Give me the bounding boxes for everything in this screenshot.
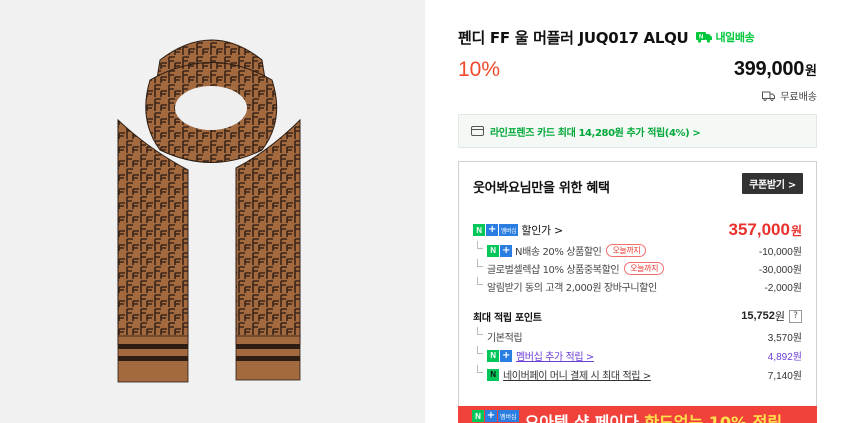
discount-rate: 10% xyxy=(458,58,501,81)
delivery-badge-label: 내일배송 xyxy=(715,31,755,44)
today-only-tag: 오늘까지 xyxy=(606,244,647,257)
sale-price: 357,000 원 xyxy=(729,220,803,240)
membership-points-link[interactable]: 멤버십 추가 적립 > xyxy=(516,348,594,363)
get-coupon-button[interactable]: 쿠폰받기 > xyxy=(742,173,803,194)
price-value: 399,000 xyxy=(733,58,805,80)
discount-amount: -30,000원 xyxy=(758,265,802,276)
naver-pay-points-link[interactable]: 네이버페이 머니 결제 시 최대 적립 > xyxy=(503,367,651,382)
points-row: N + 멤버십 추가 적립 > 4,892원 xyxy=(473,346,802,363)
discount-row: 알림받기 동의 고객 2,000원 장바구니할인 -2,000원 xyxy=(473,277,802,294)
title-row: 펜디 FF 울 머플러 JUQ017 ALQU N 내일배송 xyxy=(458,26,755,48)
max-points-value: 15,752 원 ? xyxy=(741,308,802,324)
discount-label: N배송 20% 상품할인 xyxy=(515,247,602,258)
discount-label: 글로벌셀렉샵 10% 상품중복할인 xyxy=(487,265,620,276)
points-help-button[interactable]: ? xyxy=(789,309,802,323)
naver-pay-icon: N xyxy=(487,368,499,381)
promo-text: 오아템 샵 페이다 한도없는 10% 적립 xyxy=(525,409,783,423)
today-only-tag: 오늘까지 xyxy=(624,262,665,275)
shipping-info: 무료배송 xyxy=(762,88,817,103)
product-image xyxy=(0,0,425,423)
shipping-truck-icon xyxy=(762,91,776,101)
naver-plus-membership-icon: N + 멤버십 xyxy=(473,224,519,236)
sale-price-label-group[interactable]: N + 멤버십 할인가 > xyxy=(473,222,563,238)
product-info-panel: 펜디 FF 울 머플러 JUQ017 ALQU N 내일배송 10% 399,0… xyxy=(458,0,817,423)
points-row: 기본적립 3,570원 xyxy=(473,327,802,344)
next-day-delivery-badge: N 내일배송 xyxy=(696,29,755,45)
discount-amount: -2,000원 xyxy=(764,283,802,294)
discount-amount: -10,000원 xyxy=(758,247,802,258)
card-benefit-text: 라인프렌즈 카드 최대 14,280원 추가 적립(4%) > xyxy=(490,127,701,139)
naver-plus-membership-icon: N + 멤버십 xyxy=(472,410,519,422)
points-label: 기본적립 xyxy=(487,333,523,344)
sale-price-unit: 원 xyxy=(790,224,802,238)
max-points-title: 최대 적립 포인트 xyxy=(473,312,542,324)
product-title: 펜디 FF 울 머플러 JUQ017 ALQU xyxy=(458,28,689,47)
naver-plus-icon: N + xyxy=(487,244,512,257)
max-points-row: 최대 적립 포인트 15,752 원 ? xyxy=(473,308,802,324)
benefit-title: 웃어봐요님만을 위한 혜택 xyxy=(473,181,610,196)
discount-row: N + N배송 20% 상품할인 오늘까지 -10,000원 xyxy=(473,241,802,258)
credit-card-icon xyxy=(471,126,484,136)
member-benefit-box: 웃어봐요님만을 위한 혜택 쿠폰받기 > N + 멤버십 할인가 > 357,000… xyxy=(458,161,817,423)
points-row: N 네이버페이 머니 결제 시 최대 적립 > 7,140원 xyxy=(473,365,802,382)
svg-text:N: N xyxy=(699,35,703,41)
points-amount: 4,892원 xyxy=(767,352,802,363)
promo-banner[interactable]: N + 멤버십 오아템 샵 페이다 한도없는 10% 적립 xyxy=(458,406,817,423)
max-points-unit: 원 xyxy=(774,310,785,323)
naver-plus-icon: N + xyxy=(487,349,512,362)
points-amount: 3,570원 xyxy=(767,333,802,344)
max-points-total: 15,752 xyxy=(741,310,775,322)
promo-text-highlight: 한도없는 10% 적립 xyxy=(644,413,783,423)
points-amount: 7,140원 xyxy=(767,371,802,382)
sale-price-row: N + 멤버십 할인가 > 357,000 원 xyxy=(473,220,802,240)
promo-text-a: 오아템 샵 페이다 xyxy=(524,413,645,423)
scarf-image xyxy=(117,39,301,383)
delivery-truck-icon: N xyxy=(696,32,713,43)
discount-label: 알림받기 동의 고객 2,000원 장바구니할인 xyxy=(487,283,657,294)
card-benefit-banner[interactable]: 라인프렌즈 카드 최대 14,280원 추가 적립(4%) > xyxy=(458,114,817,148)
price-row: 399,000 원 xyxy=(734,58,817,81)
sale-price-label: 할인가 > xyxy=(521,224,563,237)
price-unit: 원 xyxy=(805,64,817,79)
discount-row: 글로벌셀렉샵 10% 상품중복할인 오늘까지 -30,000원 xyxy=(473,259,802,276)
sale-price-value: 357,000 xyxy=(728,220,790,239)
shipping-label: 무료배송 xyxy=(780,92,817,103)
